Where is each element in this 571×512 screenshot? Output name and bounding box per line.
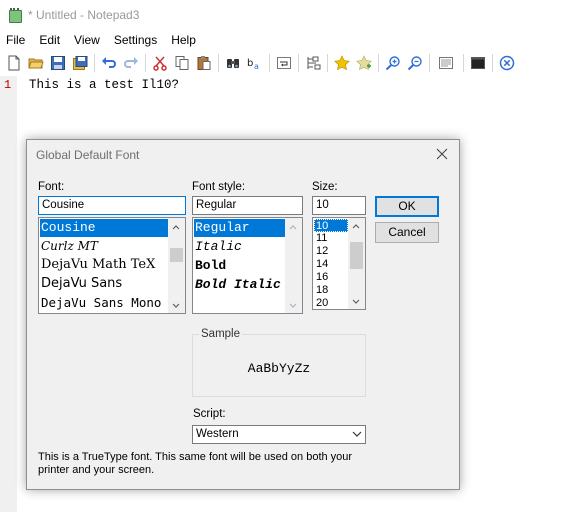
size-label: Size: xyxy=(312,181,338,193)
font-style-input[interactable]: Regular xyxy=(192,196,303,215)
replace-icon[interactable]: ba xyxy=(245,54,264,73)
font-size-item[interactable]: 11 xyxy=(314,232,350,245)
script-value: Western xyxy=(196,428,239,440)
add-favorite-star-icon[interactable] xyxy=(354,54,373,73)
scroll-down-arrow-icon[interactable] xyxy=(289,302,297,310)
scroll-up-arrow-icon[interactable] xyxy=(352,222,360,230)
redo-icon[interactable] xyxy=(121,54,140,73)
save-icon[interactable] xyxy=(48,54,67,73)
save-as-icon[interactable] xyxy=(70,54,89,73)
goto-line-icon[interactable] xyxy=(303,54,322,73)
undo-icon[interactable] xyxy=(99,54,118,73)
menu-help[interactable]: Help xyxy=(164,33,203,47)
font-list-item[interactable]: DejaVu Sans Mono xyxy=(40,293,168,312)
scroll-up-arrow-icon[interactable] xyxy=(172,223,180,231)
copy-icon[interactable] xyxy=(172,54,191,73)
menu-settings[interactable]: Settings xyxy=(107,33,164,47)
chevron-down-icon xyxy=(352,431,362,437)
word-wrap-icon[interactable] xyxy=(274,54,293,73)
favorites-star-icon[interactable] xyxy=(332,54,351,73)
font-style-item[interactable]: Italic xyxy=(194,237,285,256)
find-binoculars-icon[interactable] xyxy=(223,54,242,73)
scroll-down-arrow-icon[interactable] xyxy=(172,302,180,310)
title-bar: * Untitled - Notepad3 xyxy=(0,0,571,30)
font-size-item[interactable]: 10 xyxy=(314,219,348,232)
font-style-item[interactable]: Regular xyxy=(194,219,285,237)
font-list-item[interactable]: DejaVu Sans xyxy=(40,274,168,293)
font-label: Font: xyxy=(38,181,65,193)
menu-file[interactable]: File xyxy=(0,33,32,47)
font-size-item[interactable]: 20 xyxy=(314,297,350,309)
font-style-label: Font style: xyxy=(192,181,246,193)
font-style-scrollbar[interactable] xyxy=(285,218,302,313)
font-size-item[interactable]: 12 xyxy=(314,245,350,258)
menu-view[interactable]: View xyxy=(67,33,107,47)
toolbar-separator xyxy=(145,54,146,72)
font-size-scrollbar[interactable] xyxy=(348,218,365,309)
font-list-item[interactable]: Curlz MT xyxy=(40,237,168,255)
cancel-button[interactable]: Cancel xyxy=(375,222,439,243)
close-icon[interactable] xyxy=(435,147,449,161)
cut-icon[interactable] xyxy=(150,54,169,73)
font-size-item[interactable]: 16 xyxy=(314,271,350,284)
font-list-item[interactable]: Cousine xyxy=(40,219,168,237)
zoom-in-icon[interactable] xyxy=(383,54,402,73)
font-list-scrollbar[interactable] xyxy=(168,218,185,313)
toolbar: ba xyxy=(0,51,571,75)
toolbar-separator xyxy=(429,54,430,72)
font-size-item[interactable]: 14 xyxy=(314,258,350,271)
toolbar-separator xyxy=(298,54,299,72)
font-size-input[interactable]: 10 xyxy=(312,196,366,215)
toolbar-separator xyxy=(378,54,379,72)
exit-icon[interactable] xyxy=(497,54,516,73)
paste-icon[interactable] xyxy=(194,54,213,73)
svg-text:b: b xyxy=(247,58,253,69)
scroll-thumb[interactable] xyxy=(350,242,363,269)
font-info-line-2: printer and your screen. xyxy=(38,464,155,476)
line-number: 1 xyxy=(4,78,12,92)
font-list-item[interactable]: DejaVu Math TeX xyxy=(40,255,168,274)
toolbar-separator xyxy=(218,54,219,72)
notepad-app-icon xyxy=(8,8,22,23)
fullscreen-icon[interactable] xyxy=(468,54,487,73)
sample-preview-text: AaBbYyZz xyxy=(247,361,311,376)
toolbar-separator xyxy=(94,54,95,72)
font-style-item[interactable]: Bold Italic xyxy=(194,275,287,294)
toolbar-separator xyxy=(492,54,493,72)
font-style-list[interactable]: Regular Italic Bold Bold Italic xyxy=(192,217,303,314)
menu-bar: File Edit View Settings Help xyxy=(0,30,571,50)
line-number-gutter xyxy=(0,76,17,512)
scroll-thumb[interactable] xyxy=(170,248,183,262)
font-size-list[interactable]: 10 11 12 14 16 18 20 xyxy=(312,217,366,310)
scroll-down-arrow-icon[interactable] xyxy=(352,298,360,306)
global-default-font-dialog: Global Default Font Font: Cousine Cousin… xyxy=(26,139,460,490)
font-info-line-1: This is a TrueType font. This same font … xyxy=(38,451,353,463)
toolbar-separator xyxy=(327,54,328,72)
script-label: Script: xyxy=(193,408,226,420)
toolbar-separator xyxy=(463,54,464,72)
ok-button[interactable]: OK xyxy=(375,196,439,217)
font-name-input[interactable]: Cousine xyxy=(38,196,186,215)
window-title: * Untitled - Notepad3 xyxy=(28,8,140,22)
sample-label: Sample xyxy=(199,328,242,340)
script-dropdown[interactable]: Western xyxy=(192,425,366,444)
toolbar-separator xyxy=(269,54,270,72)
new-file-icon[interactable] xyxy=(4,54,23,73)
menu-edit[interactable]: Edit xyxy=(32,33,67,47)
editor-text-line[interactable]: This is a test Il10? xyxy=(29,78,179,92)
document-properties-icon[interactable] xyxy=(434,54,458,73)
font-size-item[interactable]: 18 xyxy=(314,284,350,297)
font-style-item[interactable]: Bold xyxy=(194,256,285,275)
open-folder-icon[interactable] xyxy=(26,54,45,73)
svg-text:a: a xyxy=(254,62,259,71)
dialog-title: Global Default Font xyxy=(36,148,140,162)
scroll-up-arrow-icon[interactable] xyxy=(289,223,297,231)
font-list[interactable]: Cousine Curlz MT DejaVu Math TeX DejaVu … xyxy=(38,217,186,314)
zoom-out-icon[interactable] xyxy=(405,54,424,73)
